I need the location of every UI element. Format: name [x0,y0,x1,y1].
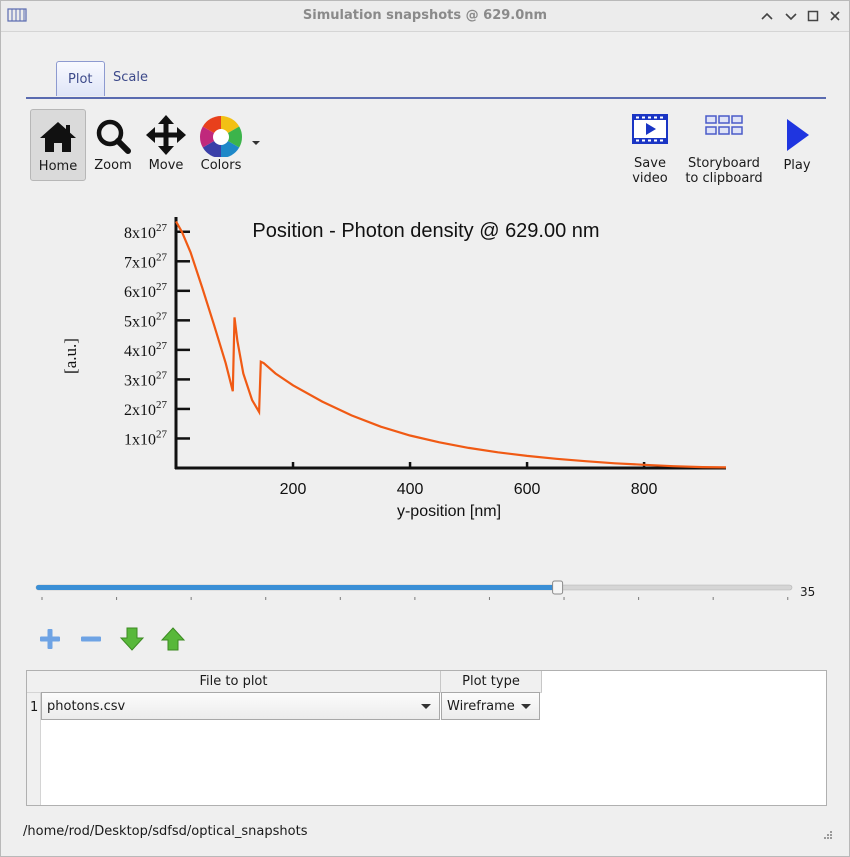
slider-handle[interactable] [552,580,564,595]
header-plot-type[interactable]: Plot type [441,671,542,693]
chart-title: Position - Photon density @ 629.00 nm [252,220,599,242]
remove-row-icon[interactable] [78,626,104,652]
snapshot-slider[interactable] [34,579,794,609]
move-up-icon[interactable] [160,626,186,652]
y-tick-exponent: 27 [156,369,168,381]
y-tick-exponent: 27 [156,222,168,234]
keep-above-icon[interactable] [759,8,775,24]
y-tick-exponent: 27 [156,281,168,293]
slider-fill [36,585,558,590]
storyboard-button[interactable]: Storyboard to clipboard [681,107,767,186]
y-tick-base: x10 [132,372,156,389]
y-tick-mantissa: 2 [124,402,132,419]
y-tick-mantissa: 5 [124,313,132,330]
chart-ticks: 200 400 600 8001x10272x10273x10274x10275x10… [124,222,658,498]
y-tick-mantissa: 3 [124,372,132,389]
density-curve [175,220,727,469]
y-tick-label: 2x1027 [124,399,168,419]
move-icon [146,115,186,155]
resize-grip-icon[interactable] [823,830,833,840]
y-tick-mantissa: 6 [124,284,132,301]
y-tick-exponent: 27 [156,310,168,322]
maximize-icon[interactable] [805,8,821,24]
play-icon [787,119,809,151]
y-tick-exponent: 27 [156,399,168,411]
colors-label: Colors [200,158,242,173]
tab-bar: Plot Scale [26,59,826,99]
x-tick-label: 200 [280,481,307,498]
y-tick-exponent: 27 [156,340,168,352]
file-select-value: photons.csv [47,699,126,714]
storyboard-icon [705,115,743,135]
y-tick-label: 7x1027 [124,251,168,271]
title-bar: Simulation snapshots @ 629.0nm [1,1,849,32]
x-tick-label: 800 [631,481,658,498]
y-tick-base: x10 [132,225,156,242]
y-tick-mantissa: 4 [124,343,132,360]
video-icon [632,114,668,144]
y-tick-base: x10 [132,284,156,301]
tab-scale[interactable]: Scale [102,59,159,95]
file-select[interactable]: photons.csv [41,692,440,720]
header-file-to-plot[interactable]: File to plot [27,671,441,693]
colors-button[interactable]: Colors [195,109,265,179]
slider-value: 35 [800,585,816,599]
file-table: File to plot Plot type 1 photons.csv Wir… [26,670,827,806]
y-tick-mantissa: 7 [124,254,132,271]
y-tick-exponent: 27 [156,251,168,263]
y-tick-base: x10 [132,313,156,330]
move-down-icon[interactable] [119,626,145,652]
y-tick-label: 1x1027 [124,428,168,448]
zoom-label: Zoom [94,158,132,173]
home-icon [40,122,76,152]
storyboard-label: Storyboard to clipboard [685,156,763,186]
x-tick-label: 400 [397,481,424,498]
y-tick-exponent: 27 [156,428,168,440]
chevron-down-icon [421,704,431,709]
x-axis-label: y-position [nm] [397,503,501,520]
play-label: Play [783,158,811,173]
y-tick-label: 5x1027 [124,310,168,330]
play-button[interactable]: Play [773,109,821,179]
row-number: 1 [30,700,39,715]
window-title: Simulation snapshots @ 629.0nm [302,8,548,23]
y-tick-base: x10 [132,254,156,271]
y-tick-base: x10 [132,343,156,360]
chevron-down-icon [521,704,531,709]
slider-ticks [41,597,789,600]
chevron-down-icon[interactable] [251,139,261,147]
move-label: Move [148,158,184,173]
minimize-icon[interactable] [783,8,799,24]
save-video-button[interactable]: Save video [625,107,675,186]
add-row-icon[interactable] [37,626,63,652]
save-video-label: Save video [632,156,668,186]
y-tick-base: x10 [132,402,156,419]
plot-type-select[interactable]: Wireframe [441,692,540,720]
zoom-button[interactable]: Zoom [89,109,137,179]
y-tick-mantissa: 1 [124,431,132,448]
x-tick-label: 600 [514,481,541,498]
photon-density-chart[interactable]: Position - Photon density @ 629.00 nm [a… [1,191,850,531]
y-tick-label: 6x1027 [124,281,168,301]
status-path: /home/rod/Desktop/sdfsd/optical_snapshot… [23,824,308,839]
y-tick-label: 4x1027 [124,340,168,360]
move-button[interactable]: Move [142,109,190,179]
home-label: Home [38,159,78,174]
close-icon[interactable] [827,8,843,24]
chart-axes [174,217,726,470]
y-tick-label: 8x1027 [124,222,168,242]
color-wheel-icon [199,116,243,157]
home-button[interactable]: Home [30,109,86,181]
y-tick-mantissa: 8 [124,225,132,242]
y-tick-label: 3x1027 [124,369,168,389]
y-axis-label: [a.u.] [61,338,80,374]
plot-type-value: Wireframe [447,699,515,714]
tab-plot[interactable]: Plot [56,61,105,96]
main-window: Simulation snapshots @ 629.0nm Plot Scal… [0,0,850,857]
zoom-icon [96,119,131,154]
y-tick-base: x10 [132,431,156,448]
